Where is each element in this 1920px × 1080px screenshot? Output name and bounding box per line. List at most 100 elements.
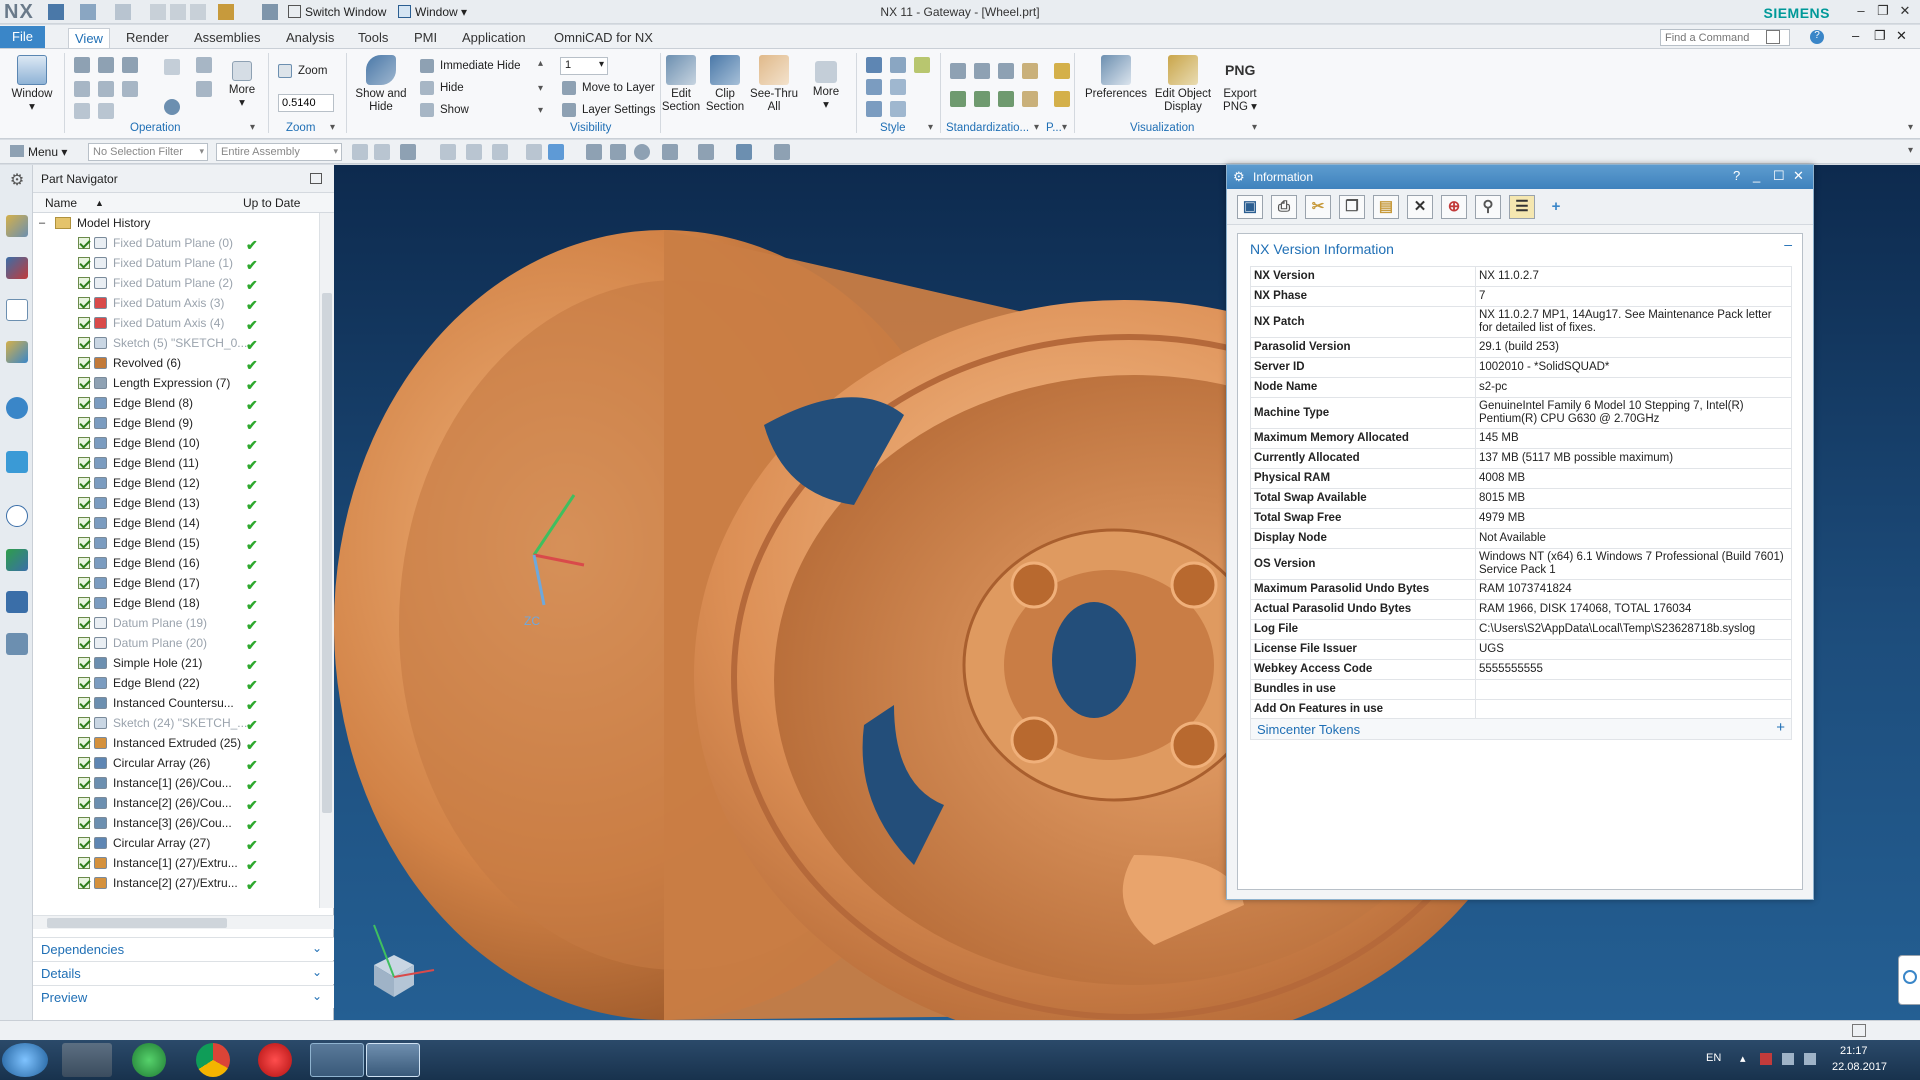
visibility-checkbox[interactable]	[78, 617, 90, 629]
more-operation-button[interactable]: More ▾	[222, 61, 262, 110]
snap-icon-5[interactable]	[526, 144, 542, 160]
standard-view-icon-7[interactable]	[998, 91, 1014, 107]
visibility-checkbox[interactable]	[78, 497, 90, 509]
process-studio-icon[interactable]	[6, 591, 28, 613]
selection-filter-select[interactable]: No Selection Filter ▾	[88, 143, 208, 161]
standard-view-icon-6[interactable]	[974, 91, 990, 107]
view-tool-icon-7[interactable]	[774, 144, 790, 160]
visibility-expand-icon[interactable]: ▾	[538, 105, 543, 116]
style-expand-icon[interactable]: ▾	[928, 122, 933, 133]
save-icon[interactable]: ▣	[1237, 195, 1263, 219]
doc-restore-icon[interactable]: ❐	[1874, 28, 1886, 44]
view-tool-icon-4[interactable]	[662, 144, 678, 160]
volume-icon[interactable]	[1804, 1053, 1816, 1065]
copy-icon[interactable]: ❐	[1339, 195, 1365, 219]
shaded-edges-icon[interactable]	[866, 57, 882, 73]
wrap-text-icon[interactable]: ☰	[1509, 195, 1535, 219]
tree-item[interactable]: Instance[2] (26)/Cou... ✔	[33, 793, 319, 813]
visibility-checkbox[interactable]	[78, 317, 90, 329]
visibility-scroll-down-icon[interactable]: ▾	[538, 83, 543, 94]
find-icon[interactable]: ⊕	[1441, 195, 1467, 219]
visibility-checkbox[interactable]	[78, 877, 90, 889]
view-front-icon[interactable]	[74, 81, 90, 97]
more-visibility-button[interactable]: More ▾	[806, 61, 846, 112]
standard-view-icon-1[interactable]	[950, 63, 966, 79]
cut-icon[interactable]: ✂	[1305, 195, 1331, 219]
close-icon[interactable]: ✕	[1896, 3, 1914, 21]
roles-icon[interactable]	[6, 633, 28, 655]
tree-item[interactable]: Edge Blend (14) ✔	[33, 513, 319, 533]
clip-section-button[interactable]: Clip Section	[704, 55, 746, 114]
tree-item[interactable]: Length Expression (7) ✔	[33, 373, 319, 393]
visibility-checkbox[interactable]	[78, 397, 90, 409]
information-title-bar[interactable]: ⚙ Information ? _ ☐ ✕	[1227, 165, 1813, 189]
tree-item[interactable]: Fixed Datum Plane (1) ✔	[33, 253, 319, 273]
visibility-checkbox[interactable]	[78, 777, 90, 789]
pan-icon[interactable]	[122, 57, 138, 73]
messenger-icon[interactable]	[132, 1043, 166, 1077]
visibility-checkbox[interactable]	[78, 717, 90, 729]
restore-icon[interactable]: ❐	[1874, 3, 1892, 21]
side-tab[interactable]	[1898, 955, 1920, 1005]
print-icon[interactable]: ⎙	[1271, 195, 1297, 219]
snap-icon-4[interactable]	[492, 144, 508, 160]
zoom-window-icon[interactable]	[98, 57, 114, 73]
view-tool-icon-2[interactable]	[610, 144, 626, 160]
tree-item[interactable]: Edge Blend (17) ✔	[33, 573, 319, 593]
minimize-icon[interactable]: –	[1852, 3, 1870, 21]
visibility-checkbox[interactable]	[78, 677, 90, 689]
layer-settings-button[interactable]: Layer Settings	[562, 102, 656, 118]
gear-icon[interactable]: ⚙	[6, 170, 28, 192]
tab-pmi[interactable]: PMI	[408, 28, 443, 48]
tab-view[interactable]: View	[68, 28, 110, 48]
view-trimetric-icon[interactable]	[98, 103, 114, 119]
tree-item[interactable]: Instanced Extruded (25) ✔	[33, 733, 319, 753]
standard-view-icon-2[interactable]	[974, 63, 990, 79]
tree-item[interactable]: Edge Blend (11) ✔	[33, 453, 319, 473]
column-up-to-date[interactable]: Up to Date	[243, 196, 300, 210]
tree-item[interactable]: Revolved (6) ✔	[33, 353, 319, 373]
toolbar-options-icon[interactable]: ▾	[1908, 145, 1913, 156]
clock-time[interactable]: 21:17	[1840, 1045, 1868, 1057]
snap-icon-3[interactable]	[466, 144, 482, 160]
explorer-icon[interactable]	[310, 1043, 364, 1077]
p-icon-1[interactable]	[1054, 63, 1070, 79]
navigator-vertical-scrollbar[interactable]	[319, 213, 334, 908]
tree-item[interactable]: Instance[2] (27)/Extru... ✔	[33, 873, 319, 893]
visibility-checkbox[interactable]	[78, 577, 90, 589]
tree-item[interactable]: Sketch (5) "SKETCH_0... ✔	[33, 333, 319, 353]
visibility-checkbox[interactable]	[78, 857, 90, 869]
edit-section-button[interactable]: Edit Section	[660, 55, 702, 114]
tree-item[interactable]: Simple Hole (21) ✔	[33, 653, 319, 673]
media-player-icon[interactable]	[62, 1043, 112, 1077]
snap-icon-6[interactable]	[548, 144, 564, 160]
see-thru-all-button[interactable]: See-Thru All	[748, 55, 800, 114]
replace-icon[interactable]: ⚲	[1475, 195, 1501, 219]
standard-view-icon-3[interactable]	[998, 63, 1014, 79]
edit-object-display-button[interactable]: Edit Object Display	[1150, 55, 1216, 114]
move-to-layer-button[interactable]: Move to Layer	[562, 80, 655, 96]
tree-item[interactable]: Instance[1] (26)/Cou... ✔	[33, 773, 319, 793]
show-button[interactable]: Show	[420, 102, 469, 118]
hd3d-tools-icon[interactable]	[6, 397, 28, 419]
studio-icon[interactable]	[890, 101, 906, 117]
zoom-input[interactable]	[278, 94, 334, 112]
static-wireframe-icon[interactable]	[866, 101, 882, 117]
tree-item[interactable]: Instance[1] (27)/Extru... ✔	[33, 853, 319, 873]
constraint-navigator-icon[interactable]	[6, 257, 28, 279]
tab-tools[interactable]: Tools	[352, 28, 394, 48]
tray-expand-icon[interactable]: ▴	[1740, 1052, 1746, 1065]
tree-item[interactable]: Edge Blend (18) ✔	[33, 593, 319, 613]
tree-item[interactable]: Instance[3] (26)/Cou... ✔	[33, 813, 319, 833]
maximize-icon[interactable]: ☐	[1773, 168, 1785, 184]
nx-version-section-header[interactable]: NX Version Information –	[1238, 234, 1802, 264]
preview-panel[interactable]: Preview ⌄	[33, 985, 334, 1008]
tree-item[interactable]: Instanced Countersu... ✔	[33, 693, 319, 713]
history-icon[interactable]	[6, 505, 28, 527]
visualization-expand-icon[interactable]: ▾	[1252, 122, 1257, 133]
system-materials-icon[interactable]	[6, 549, 28, 571]
language-indicator[interactable]: EN	[1706, 1052, 1721, 1064]
show-and-hide-button[interactable]: Show and Hide	[352, 55, 410, 114]
layout-icon[interactable]	[1766, 30, 1780, 44]
fit-icon[interactable]	[74, 57, 90, 73]
